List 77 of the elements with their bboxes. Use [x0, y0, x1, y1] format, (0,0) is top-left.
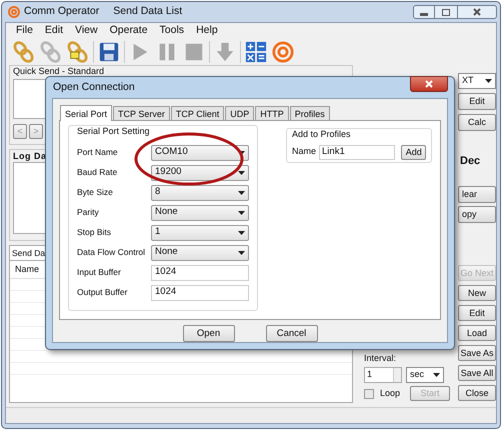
input-field[interactable]: 1024: [151, 284, 249, 300]
close-icon: [425, 80, 433, 88]
dropdown[interactable]: None: [151, 244, 249, 260]
chain-icon[interactable]: [13, 41, 35, 63]
loop-checkbox[interactable]: [364, 388, 374, 398]
caret-icon: [432, 373, 440, 377]
close-button[interactable]: [457, 5, 497, 19]
save-icon[interactable]: [98, 41, 120, 63]
logo-icon[interactable]: [272, 41, 294, 63]
caret-icon: [238, 210, 245, 214]
unit-dropdown[interactable]: sec: [406, 367, 444, 383]
list-button[interactable]: Edit: [458, 305, 496, 321]
dialog-title: Open Connection: [53, 80, 135, 95]
radio-label[interactable]: Dec: [460, 153, 496, 170]
field-label: Port Name: [77, 146, 119, 159]
list-button[interactable]: Save All: [458, 365, 496, 381]
caret-icon: [485, 79, 492, 83]
loop-label: Loop: [380, 386, 400, 400]
dialog-tab[interactable]: HTTP: [255, 106, 289, 120]
dropdown[interactable]: 8: [151, 184, 249, 200]
caret-icon: [238, 250, 245, 254]
list-button[interactable]: Close: [458, 385, 496, 401]
list-button[interactable]: New: [458, 285, 496, 301]
panel-button[interactable]: lear: [458, 186, 496, 202]
dropdown[interactable]: None: [151, 204, 249, 220]
field-label: Name: [292, 145, 316, 158]
interval-spinner[interactable]: 1: [364, 367, 402, 383]
close-button[interactable]: [410, 76, 448, 92]
window-title: Comm Operator: [24, 4, 100, 20]
panel-button[interactable]: Edit: [458, 93, 496, 110]
input-field[interactable]: 1024: [151, 264, 249, 280]
field-label: Baud Rate: [77, 166, 118, 179]
menu-item[interactable]: Edit: [44, 23, 64, 39]
dropdown[interactable]: 19200: [151, 164, 249, 180]
field-label: Input Buffer: [77, 266, 122, 279]
field-label: Stop Bits: [77, 226, 112, 239]
calculator-icon[interactable]: [245, 41, 267, 63]
group-title: Serial Port Setting: [77, 125, 151, 138]
window-subtitle: Send Data List: [113, 4, 182, 20]
dialog-button[interactable]: Open: [182, 325, 234, 342]
maximize-button[interactable]: [435, 5, 457, 19]
dialog-button[interactable]: Cancel: [266, 325, 318, 342]
panel-button[interactable]: Calc: [458, 114, 496, 131]
field-label: Byte Size: [77, 186, 114, 199]
menu-item[interactable]: Operate: [110, 23, 148, 39]
menu-item[interactable]: Tools: [160, 23, 184, 39]
caret-icon: [238, 190, 245, 194]
add-button[interactable]: Add: [401, 144, 426, 160]
field-label: Output Buffer: [77, 286, 128, 299]
app-logo-icon: [8, 6, 20, 18]
dialog-tab[interactable]: TCP Client: [170, 106, 224, 120]
close-icon: [473, 8, 481, 16]
field-label: Data Flow Control: [77, 246, 146, 259]
dropdown[interactable]: COM10: [151, 144, 249, 160]
minimize-button[interactable]: [413, 5, 435, 19]
caret-icon: [238, 170, 245, 174]
field-label: Parity: [77, 206, 100, 219]
list-button[interactable]: Save As: [458, 345, 496, 361]
column-header[interactable]: Name: [15, 262, 40, 276]
dialog-tab[interactable]: Serial Port: [60, 105, 112, 121]
name-field[interactable]: Link1: [319, 144, 396, 160]
group-title: Add to Profiles: [292, 128, 352, 141]
panel-title: Quick Send - Standard: [13, 66, 104, 76]
dialog-tab[interactable]: Profiles: [290, 106, 330, 120]
dialog-tab[interactable]: UDP: [225, 106, 254, 120]
menu-item[interactable]: View: [75, 23, 98, 39]
list-button[interactable]: Load: [458, 325, 496, 341]
menu-item[interactable]: Help: [196, 23, 218, 39]
caret-icon: [238, 150, 245, 154]
caret-icon: [238, 230, 245, 234]
dialog-tab[interactable]: TCP Server: [113, 106, 170, 120]
interval-label: Interval:: [364, 353, 397, 364]
menu-item[interactable]: File: [16, 23, 33, 39]
panel-button[interactable]: opy: [458, 206, 496, 222]
format-dropdown[interactable]: XT: [458, 73, 496, 89]
chain-folder-icon[interactable]: [67, 41, 89, 63]
dropdown[interactable]: 1: [151, 224, 249, 240]
